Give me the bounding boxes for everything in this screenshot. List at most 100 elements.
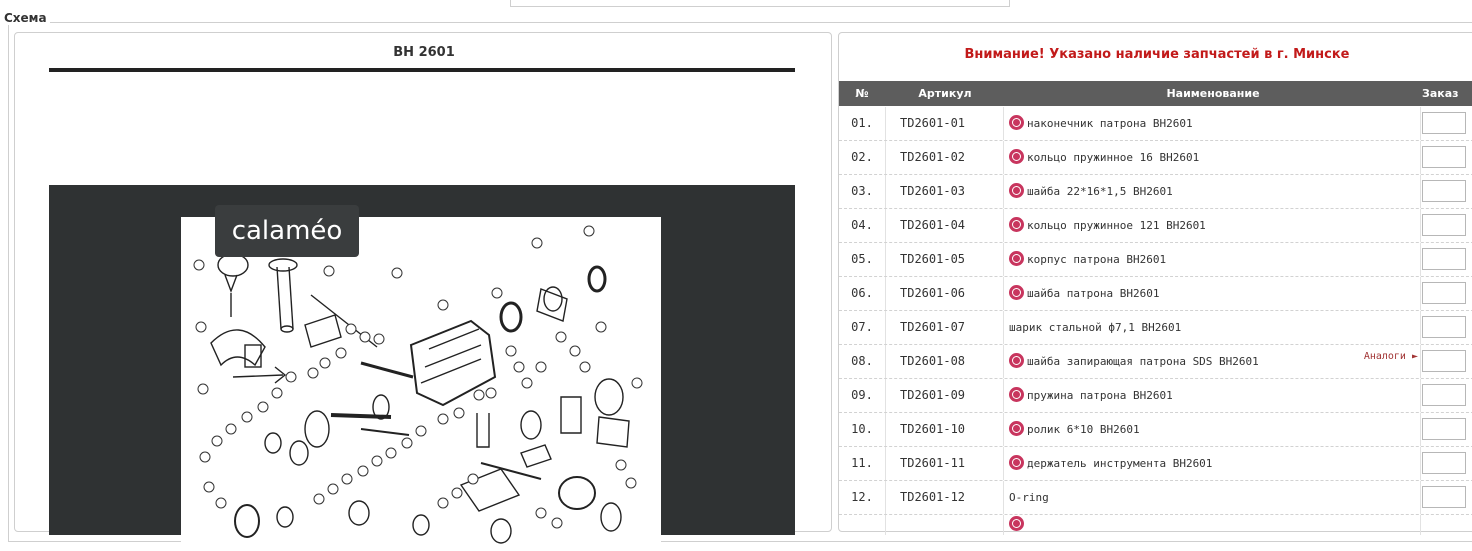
- row-name-cell[interactable]: кольцо пружинное 121 BH2601: [1005, 209, 1421, 242]
- row-name[interactable]: корпус патрона BH2601: [1027, 253, 1166, 266]
- order-cell: [1422, 413, 1472, 446]
- row-name[interactable]: ролик 6*10 BH2601: [1027, 423, 1140, 436]
- row-number: [839, 515, 886, 535]
- order-quantity-input[interactable]: [1422, 282, 1466, 304]
- col-number: №: [855, 87, 869, 100]
- row-number: 12.: [839, 481, 886, 514]
- row-article: TD2601-02: [886, 141, 1004, 174]
- in-stock-icon[interactable]: [1009, 285, 1024, 300]
- order-quantity-input[interactable]: [1422, 248, 1466, 270]
- row-name-cell[interactable]: ролик 6*10 BH2601: [1005, 413, 1421, 446]
- row-number: 09.: [839, 379, 886, 412]
- analogs-link[interactable]: Аналоги ►: [1364, 340, 1418, 373]
- row-number: 08.: [839, 345, 886, 378]
- order-quantity-input[interactable]: [1422, 418, 1466, 440]
- row-article: TD2601-06: [886, 277, 1004, 310]
- order-quantity-input[interactable]: [1422, 214, 1466, 236]
- row-number: 07.: [839, 311, 886, 344]
- title-divider: [49, 68, 795, 72]
- row-name-cell[interactable]: пружина патрона BH2601: [1005, 379, 1421, 412]
- row-name-cell[interactable]: корпус патрона BH2601: [1005, 243, 1421, 276]
- row-name-cell[interactable]: шарик стальной ф7,1 BH2601: [1005, 311, 1421, 344]
- exploded-diagram-drawing: [193, 225, 643, 544]
- row-name-cell[interactable]: [1005, 515, 1421, 535]
- in-stock-icon[interactable]: [1009, 387, 1024, 402]
- table-row: 06. TD2601-06 шайба патрона BH2601: [839, 277, 1472, 311]
- table-row: 02. TD2601-02 кольцо пружинное 16 BH2601: [839, 141, 1472, 175]
- parts-panel: Внимание! Указано наличие запчастей в г.…: [838, 32, 1472, 535]
- row-name-cell[interactable]: держатель инструмента BH2601: [1005, 447, 1421, 480]
- document-viewer[interactable]: calaméo: [49, 185, 795, 547]
- order-cell: [1422, 481, 1472, 514]
- row-number: 04.: [839, 209, 886, 242]
- in-stock-icon[interactable]: [1009, 251, 1024, 266]
- row-name-cell[interactable]: наконечник патрона BH2601: [1005, 107, 1421, 140]
- order-quantity-input[interactable]: [1422, 384, 1466, 406]
- in-stock-icon[interactable]: [1009, 516, 1024, 531]
- order-cell: [1422, 141, 1472, 174]
- row-number: 10.: [839, 413, 886, 446]
- table-row: 04. TD2601-04 кольцо пружинное 121 BH260…: [839, 209, 1472, 243]
- order-cell: [1422, 379, 1472, 412]
- row-number: 03.: [839, 175, 886, 208]
- top-search-input[interactable]: [510, 0, 1010, 7]
- row-article: TD2601-05: [886, 243, 1004, 276]
- order-cell: [1422, 107, 1472, 140]
- table-row: 05. TD2601-05 корпус патрона BH2601: [839, 243, 1472, 277]
- table-row: 08. TD2601-08 шайба запирающая патрона S…: [839, 345, 1472, 379]
- order-quantity-input[interactable]: [1422, 452, 1466, 474]
- parts-table-header: № Артикул Наименование Заказ: [839, 81, 1472, 106]
- in-stock-icon[interactable]: [1009, 149, 1024, 164]
- table-row: 10. TD2601-10 ролик 6*10 BH2601: [839, 413, 1472, 447]
- row-name[interactable]: кольцо пружинное 121 BH2601: [1027, 219, 1206, 232]
- row-article: TD2601-11: [886, 447, 1004, 480]
- row-number: 11.: [839, 447, 886, 480]
- order-quantity-input[interactable]: [1422, 146, 1466, 168]
- row-name[interactable]: шайба патрона BH2601: [1027, 287, 1159, 300]
- table-row-partial: [839, 515, 1472, 535]
- row-name-cell[interactable]: кольцо пружинное 16 BH2601: [1005, 141, 1421, 174]
- row-article: TD2601-12: [886, 481, 1004, 514]
- order-quantity-input[interactable]: [1422, 350, 1466, 372]
- stock-notice: Внимание! Указано наличие запчастей в г.…: [964, 47, 1350, 62]
- in-stock-icon[interactable]: [1009, 183, 1024, 198]
- row-article: TD2601-01: [886, 107, 1004, 140]
- row-name[interactable]: пружина патрона BH2601: [1027, 389, 1173, 402]
- in-stock-icon[interactable]: [1009, 421, 1024, 436]
- order-quantity-input[interactable]: [1422, 486, 1466, 508]
- row-name[interactable]: шайба 22*16*1,5 BH2601: [1027, 185, 1173, 198]
- order-cell: [1422, 175, 1472, 208]
- row-name[interactable]: наконечник патрона BH2601: [1027, 117, 1193, 130]
- fieldset-legend: Схема: [4, 11, 50, 25]
- scheme-title: BH 2601: [393, 45, 455, 60]
- row-name-cell[interactable]: шайба патрона BH2601: [1005, 277, 1421, 310]
- row-name[interactable]: O-ring: [1009, 491, 1049, 504]
- row-article: TD2601-10: [886, 413, 1004, 446]
- in-stock-icon[interactable]: [1009, 217, 1024, 232]
- order-quantity-input[interactable]: [1422, 180, 1466, 202]
- table-row: 11. TD2601-11 держатель инструмента BH26…: [839, 447, 1472, 481]
- row-article: TD2601-07: [886, 311, 1004, 344]
- in-stock-icon[interactable]: [1009, 353, 1024, 368]
- row-article: TD2601-03: [886, 175, 1004, 208]
- table-row: 01. TD2601-01 наконечник патрона BH2601: [839, 107, 1472, 141]
- row-name[interactable]: держатель инструмента BH2601: [1027, 457, 1212, 470]
- in-stock-icon[interactable]: [1009, 455, 1024, 470]
- row-number: 02.: [839, 141, 886, 174]
- row-name-cell[interactable]: шайба запирающая патрона SDS BH2601 Анало…: [1005, 345, 1421, 378]
- order-cell: [1422, 447, 1472, 480]
- row-name-cell[interactable]: шайба 22*16*1,5 BH2601: [1005, 175, 1421, 208]
- exploded-diagram-page[interactable]: [181, 217, 661, 547]
- row-article: TD2601-09: [886, 379, 1004, 412]
- order-quantity-input[interactable]: [1422, 112, 1466, 134]
- order-quantity-input[interactable]: [1422, 316, 1466, 338]
- row-name-cell[interactable]: O-ring: [1005, 481, 1421, 514]
- row-name[interactable]: шайба запирающая патрона SDS BH2601: [1027, 355, 1259, 368]
- row-article: TD2601-04: [886, 209, 1004, 242]
- row-number: 05.: [839, 243, 886, 276]
- row-article: [886, 515, 1004, 535]
- order-cell: [1422, 311, 1472, 344]
- in-stock-icon[interactable]: [1009, 115, 1024, 130]
- row-name[interactable]: шарик стальной ф7,1 BH2601: [1009, 321, 1181, 334]
- row-name[interactable]: кольцо пружинное 16 BH2601: [1027, 151, 1199, 164]
